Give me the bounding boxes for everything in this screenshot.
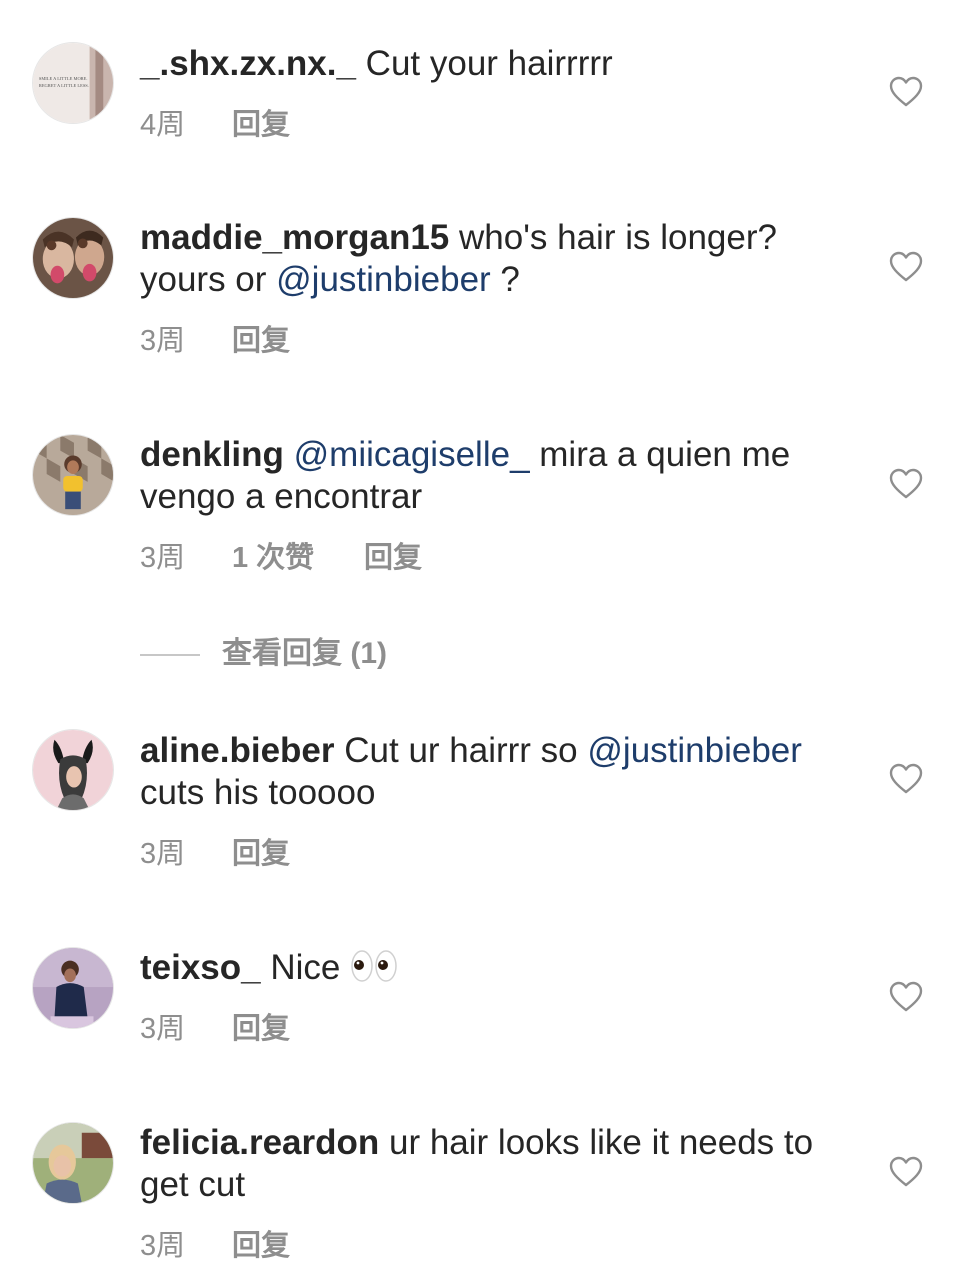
eyes-emoji-icon	[351, 950, 397, 982]
heart-icon[interactable]	[889, 763, 923, 795]
comment-meta: 3周 1 次赞 回复	[140, 541, 422, 575]
comment-meta: 3周 回复	[140, 324, 290, 358]
comment-text: denkling @miicagiselle_ mira a quien me …	[140, 434, 840, 518]
reply-button[interactable]: 回复	[232, 108, 290, 142]
comment-time: 3周	[140, 838, 186, 870]
comment-text: felicia.reardon ur hair looks like it ne…	[140, 1122, 840, 1206]
comment-body: Cut ur hairrr so	[334, 731, 588, 770]
avatar-image-2	[33, 218, 113, 298]
reply-button[interactable]: 回复	[364, 541, 422, 575]
comment-body-end: ?	[490, 260, 520, 299]
comment-username[interactable]: aline.bieber	[140, 731, 335, 770]
avatar-text-1: SMILE A LITTLE MORE.	[39, 76, 88, 81]
view-replies-line	[140, 654, 200, 657]
like-count[interactable]: 1 次赞	[232, 541, 364, 575]
mention-link[interactable]: @justinbieber	[276, 260, 491, 299]
avatar-image-1: SMILE A LITTLE MORE. REGRET A LITTLE LES…	[33, 43, 113, 123]
avatar[interactable]	[32, 434, 114, 516]
comment-meta: 3周 回复	[140, 1229, 290, 1263]
heart-icon[interactable]	[889, 251, 923, 283]
avatar[interactable]	[32, 947, 114, 1029]
avatar-image-3	[33, 435, 113, 515]
comment-username[interactable]: teixso_	[140, 948, 261, 987]
comment-text: maddie_morgan15 who's hair is longer? yo…	[140, 217, 840, 301]
heart-icon[interactable]	[889, 1156, 923, 1188]
comment-time: 3周	[140, 325, 186, 357]
mention-link[interactable]: @justinbieber	[587, 731, 802, 770]
avatar-image-4	[33, 730, 113, 810]
comment-meta: 4周 回复	[140, 108, 290, 142]
view-replies-button[interactable]: 查看回复 (1)	[140, 636, 387, 672]
mention-link[interactable]: @miicagiselle_	[294, 435, 530, 474]
comment-text: aline.bieber Cut ur hairrr so @justinbie…	[140, 730, 840, 814]
comment-username[interactable]: felicia.reardon	[140, 1123, 379, 1162]
comment-body	[284, 435, 294, 474]
heart-icon[interactable]	[889, 468, 923, 500]
comment-text: teixso_ Nice	[140, 947, 840, 989]
comment-meta: 3周 回复	[140, 1012, 290, 1046]
heart-icon[interactable]	[889, 981, 923, 1013]
avatar-image-6	[33, 1123, 113, 1203]
heart-icon[interactable]	[889, 76, 923, 108]
view-replies-label: 查看回复 (1)	[222, 637, 387, 670]
reply-button[interactable]: 回复	[232, 837, 290, 871]
comment-meta: 3周 回复	[140, 837, 290, 871]
comment-username[interactable]: _.shx.zx.nx._	[140, 44, 356, 83]
comment-username[interactable]: maddie_morgan15	[140, 218, 449, 257]
avatar-image-5	[33, 948, 113, 1028]
comment-time: 4周	[140, 109, 186, 141]
comment-body: Nice	[260, 948, 351, 987]
comment-time: 3周	[140, 542, 186, 574]
reply-button[interactable]: 回复	[232, 1229, 290, 1263]
avatar[interactable]	[32, 729, 114, 811]
comment-time: 3周	[140, 1230, 186, 1262]
comment-time: 3周	[140, 1013, 186, 1045]
avatar[interactable]: SMILE A LITTLE MORE. REGRET A LITTLE LES…	[32, 42, 114, 124]
reply-button[interactable]: 回复	[232, 324, 290, 358]
comment-body-end: cuts his tooooo	[140, 773, 376, 812]
reply-button[interactable]: 回复	[232, 1012, 290, 1046]
comment-username[interactable]: denkling	[140, 435, 284, 474]
avatar-text-2: REGRET A LITTLE LESS.	[39, 83, 89, 88]
comment-body: Cut your hairrrrr	[355, 44, 613, 83]
avatar[interactable]	[32, 217, 114, 299]
avatar[interactable]	[32, 1122, 114, 1204]
comment-text: _.shx.zx.nx._ Cut your hairrrrr	[140, 43, 840, 85]
